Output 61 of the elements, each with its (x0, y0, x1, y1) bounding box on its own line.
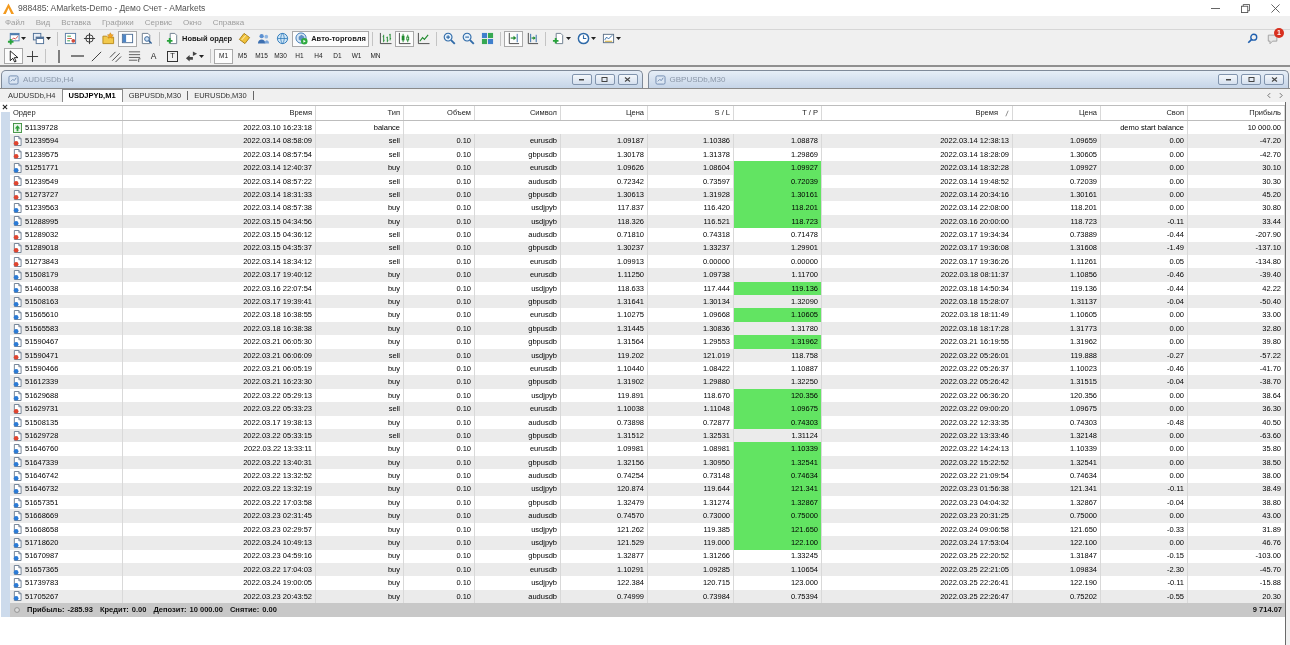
grid-icon (480, 32, 494, 45)
close-button[interactable] (617, 74, 638, 85)
panel-icon (121, 32, 134, 45)
parallel-lines-icon (109, 49, 122, 63)
restore-icon (601, 77, 608, 82)
arrow-up-box-icon (13, 122, 22, 133)
stacked-lines-icon (128, 49, 141, 63)
window-title: AUDUSDb,H4 (23, 73, 74, 86)
restore-icon (1247, 77, 1255, 82)
clock-icon (576, 32, 590, 45)
folder-star-icon (102, 32, 115, 45)
sort-icon (1005, 109, 1009, 117)
chart-window-icon (8, 74, 19, 85)
magnifier-document-icon (140, 32, 153, 45)
chart-plus-icon (7, 32, 20, 45)
ring-icon (14, 607, 20, 614)
toolbar-button[interactable] (394, 30, 414, 47)
person-icon (257, 32, 271, 45)
close-icon[interactable] (2, 104, 8, 110)
tool-button[interactable] (4, 48, 23, 64)
caret-icon (46, 37, 51, 40)
caret-icon (565, 37, 571, 40)
chart-window-icon (654, 74, 666, 85)
caret-icon (199, 54, 204, 58)
minimize-button[interactable] (571, 74, 592, 85)
close-icon (1270, 77, 1278, 82)
bar-shift-icon (525, 32, 539, 45)
logo-icon (3, 2, 14, 14)
bar-chart-icon (378, 32, 392, 45)
globe-icon (276, 32, 290, 45)
close-icon (624, 77, 631, 82)
arrows-icon (185, 49, 198, 63)
vertical-line-icon (57, 49, 60, 63)
quote-window-icon (64, 32, 77, 45)
crosshair-icon (83, 32, 96, 45)
restore-button[interactable] (1241, 74, 1261, 85)
search-icon[interactable] (1247, 33, 1258, 44)
window-title: GBPUSDb,M30 (669, 73, 726, 86)
caret-icon (21, 37, 26, 40)
template-icon (601, 32, 615, 45)
minimize-button[interactable] (1218, 74, 1238, 85)
cursor-icon (7, 49, 20, 63)
bar-arrow-icon (506, 32, 520, 45)
toolbar-button[interactable] (503, 30, 523, 47)
book-icon (238, 32, 252, 45)
candlestick-icon (397, 32, 411, 45)
restore-icon[interactable] (1240, 3, 1250, 13)
crosshair-icon (26, 49, 39, 63)
horizontal-line-icon (71, 55, 84, 57)
line-chart-icon (416, 32, 430, 45)
document-plus-icon (551, 32, 565, 45)
window-title: 988485: AMarkets-Demo - Демо Счет - AMarkets (18, 1, 206, 15)
tool-button[interactable]: A (144, 48, 163, 64)
diagonal-line-icon (90, 49, 103, 63)
close-button[interactable] (1264, 74, 1284, 85)
play-circle-icon (295, 32, 309, 45)
restore-button[interactable] (594, 74, 615, 85)
chat-bubble-icon[interactable] (1267, 32, 1279, 45)
caret-icon (615, 37, 621, 40)
document-plus-icon (166, 32, 179, 45)
caret-icon (590, 37, 596, 40)
